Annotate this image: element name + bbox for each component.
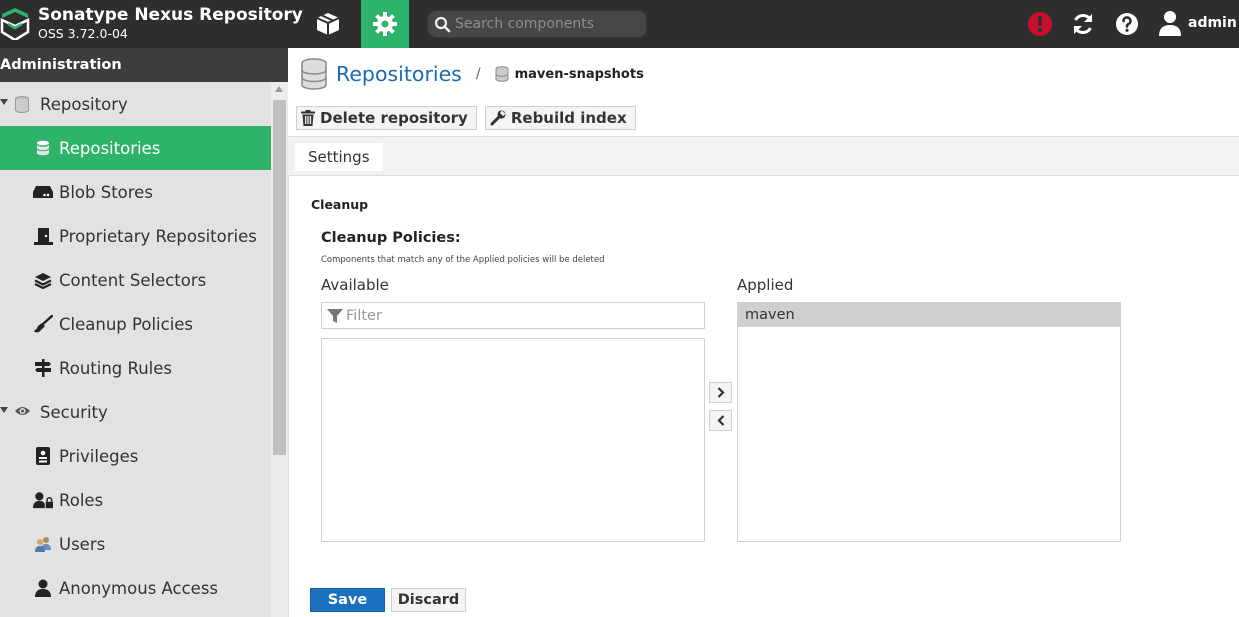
- sidebar-item-repositories[interactable]: Repositories: [0, 126, 271, 170]
- sidebar-item-anonymous-access[interactable]: Anonymous Access: [0, 566, 271, 610]
- delete-repository-label: Delete repository: [320, 109, 468, 127]
- gear-icon: [373, 12, 397, 36]
- sidebar-item-content-selectors[interactable]: Content Selectors: [0, 258, 271, 302]
- section-title: Cleanup: [311, 197, 369, 212]
- rebuild-index-label: Rebuild index: [510, 109, 627, 127]
- breadcrumb-repositories-link[interactable]: Repositories: [336, 62, 462, 86]
- sidebar-item-cleanup-policies[interactable]: Cleanup Policies: [0, 302, 271, 346]
- database-icon: [495, 66, 509, 82]
- refresh-button[interactable]: [1069, 10, 1097, 38]
- app-name: Sonatype Nexus Repository: [38, 5, 303, 25]
- save-button[interactable]: Save: [310, 588, 385, 612]
- applied-label: Applied: [737, 276, 794, 294]
- sidebar-item-label: Users: [59, 534, 106, 554]
- hard-drive-icon: [33, 183, 53, 201]
- list-item[interactable]: maven: [738, 303, 1120, 327]
- search-icon: [434, 16, 451, 33]
- filter-input[interactable]: [346, 306, 696, 325]
- signpost-icon: [33, 359, 53, 377]
- database-icon: [33, 139, 53, 157]
- browse-mode-button[interactable]: [304, 0, 352, 48]
- broom-icon: [33, 315, 53, 333]
- cleanup-policies-label: Cleanup Policies:: [321, 230, 461, 246]
- rebuild-index-button[interactable]: Rebuild index: [484, 106, 636, 130]
- add-to-applied-button[interactable]: [709, 382, 732, 403]
- cube-icon: [316, 13, 340, 35]
- main-panel: Repositories / maven-snapshots Delete re…: [288, 48, 1239, 617]
- search-box[interactable]: [427, 10, 647, 38]
- sidebar-item-label: Privileges: [59, 446, 139, 466]
- sidebar-item-privileges[interactable]: Privileges: [0, 434, 271, 478]
- sidebar-item-blob-stores[interactable]: Blob Stores: [0, 170, 271, 214]
- applied-list[interactable]: maven: [737, 302, 1121, 542]
- sidebar-item-label: Blob Stores: [59, 182, 153, 202]
- help-icon: [1116, 13, 1138, 35]
- discard-button[interactable]: Discard: [391, 588, 466, 612]
- refresh-icon: [1073, 13, 1093, 35]
- app-version: OSS 3.72.0-04: [38, 26, 128, 41]
- id-badge-icon: [33, 447, 53, 465]
- tab-settings[interactable]: Settings: [295, 143, 383, 171]
- tab-bar: Settings: [288, 136, 1239, 176]
- wrench-icon: [490, 110, 506, 126]
- sidebar-item-users[interactable]: Users: [0, 522, 271, 566]
- cleanup-policies-help: Components that match any of the Applied…: [321, 255, 605, 265]
- breadcrumb-current: maven-snapshots: [514, 66, 644, 82]
- user-name: admin: [1188, 15, 1237, 31]
- toolbar: Delete repository Rebuild index: [296, 106, 636, 130]
- available-list[interactable]: [321, 338, 705, 542]
- expand-triangle-icon[interactable]: [0, 99, 8, 105]
- available-label: Available: [321, 276, 389, 294]
- sidebar-item-label: Routing Rules: [59, 358, 173, 378]
- trash-icon: [301, 110, 315, 126]
- sidebar: Administration Repository Repositories B…: [0, 48, 288, 617]
- sidebar-item-roles[interactable]: Roles: [0, 478, 271, 522]
- breadcrumb-separator: /: [475, 66, 481, 82]
- sidebar-scrollbar[interactable]: [271, 82, 288, 617]
- layers-icon: [33, 271, 53, 289]
- eye-icon: [15, 407, 30, 415]
- door-icon: [33, 227, 53, 245]
- alert-icon: [1028, 12, 1052, 36]
- database-icon: [301, 58, 327, 90]
- sidebar-item-label: Roles: [59, 490, 104, 510]
- nexus-logo-icon: [0, 8, 30, 40]
- sidebar-title: Administration: [0, 48, 288, 82]
- scroll-up-arrow-icon[interactable]: [275, 86, 283, 92]
- alert-button[interactable]: [1026, 10, 1054, 38]
- user-icon: [33, 579, 53, 597]
- search-input[interactable]: [455, 14, 640, 34]
- breadcrumb: Repositories / maven-snapshots: [300, 57, 644, 91]
- sidebar-item-label: Content Selectors: [59, 270, 207, 290]
- settings-form: Cleanup Cleanup Policies: Components tha…: [288, 176, 1239, 617]
- remove-from-applied-button[interactable]: [709, 410, 732, 431]
- users-icon: [33, 535, 53, 553]
- scrollbar-thumb[interactable]: [273, 100, 286, 455]
- sidebar-group-label: Security: [40, 402, 108, 422]
- expand-triangle-icon[interactable]: [0, 407, 8, 413]
- user-icon: [1159, 11, 1181, 36]
- filter-icon: [327, 309, 343, 323]
- delete-repository-button[interactable]: Delete repository: [296, 106, 477, 130]
- sidebar-item-proprietary-repositories[interactable]: Proprietary Repositories: [0, 214, 271, 258]
- top-header: Sonatype Nexus Repository OSS 3.72.0-04: [0, 0, 1239, 48]
- sidebar-item-label: Anonymous Access: [59, 578, 219, 598]
- sidebar-item-routing-rules[interactable]: Routing Rules: [0, 346, 271, 390]
- sidebar-item-label: Proprietary Repositories: [59, 226, 257, 246]
- sidebar-item-label: Repositories: [59, 138, 161, 158]
- sidebar-group-security[interactable]: Security: [0, 390, 271, 434]
- database-icon: [15, 96, 29, 113]
- chevron-right-icon: [717, 387, 725, 398]
- filter-box[interactable]: [321, 302, 705, 329]
- sidebar-group-repository[interactable]: Repository: [0, 82, 271, 126]
- admin-mode-button[interactable]: [361, 0, 409, 48]
- brand[interactable]: Sonatype Nexus Repository OSS 3.72.0-04: [0, 0, 303, 48]
- sidebar-item-label: Cleanup Policies: [59, 314, 194, 334]
- user-lock-icon: [33, 491, 53, 509]
- help-button[interactable]: [1113, 10, 1141, 38]
- chevron-left-icon: [716, 415, 724, 426]
- user-menu[interactable]: admin: [1158, 8, 1237, 38]
- sidebar-group-label: Repository: [40, 94, 128, 114]
